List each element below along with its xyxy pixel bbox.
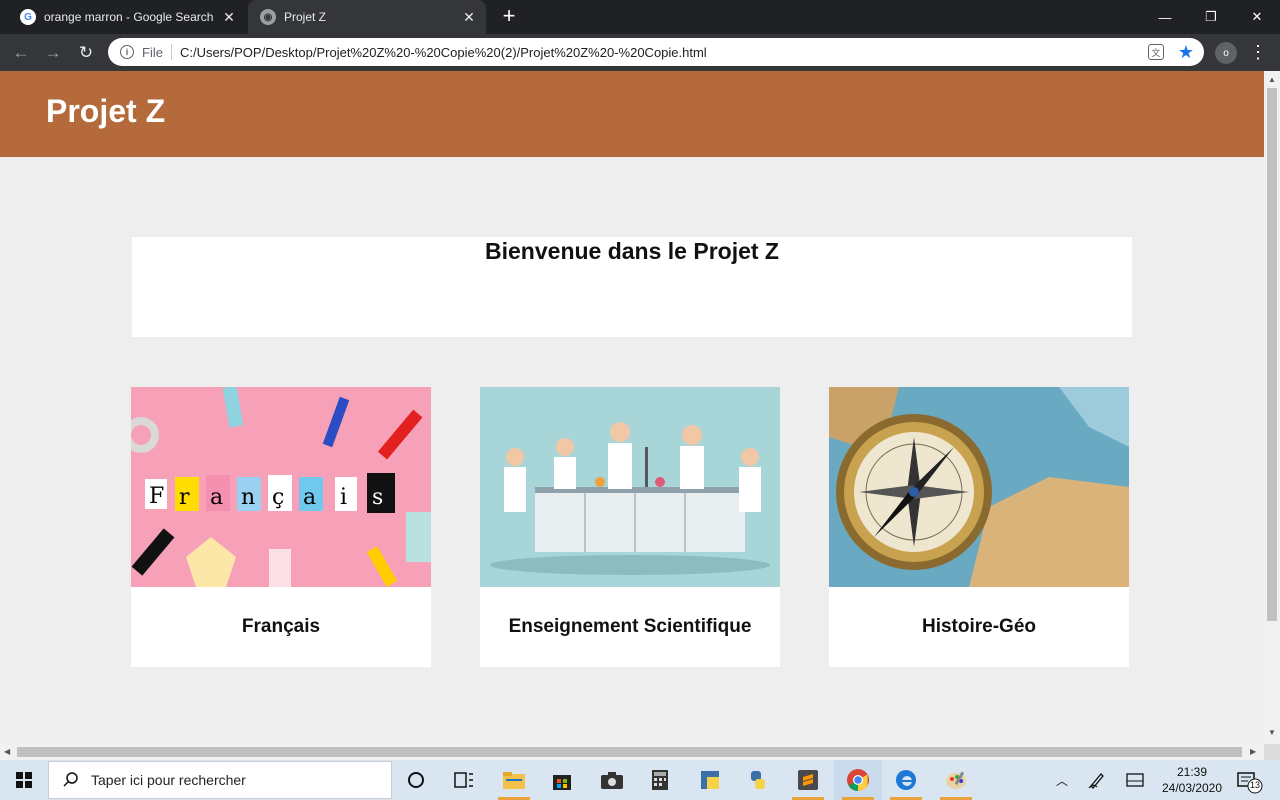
url-scheme: File — [142, 44, 163, 60]
keyboard-icon[interactable] — [1122, 760, 1148, 800]
task-view-icon[interactable] — [440, 760, 488, 800]
site-header: Projet Z — [0, 71, 1264, 157]
compass-map-image — [829, 387, 1129, 587]
url-text[interactable]: C:/Users/POP/Desktop/Projet%20Z%20-%20Co… — [180, 45, 1148, 60]
svg-text:n: n — [241, 485, 255, 510]
globe-icon: ◉ — [260, 9, 276, 25]
edge-icon[interactable] — [882, 760, 930, 800]
svg-text:a: a — [303, 485, 316, 510]
welcome-box: Bienvenue dans le Projet Z — [132, 237, 1132, 337]
vertical-scroll-thumb[interactable] — [1267, 88, 1277, 621]
paint-icon[interactable] — [932, 760, 980, 800]
tab-strip: G orange marron - Google Search ✕ ◉ Proj… — [0, 0, 1280, 34]
horizontal-scroll-thumb[interactable] — [17, 747, 1242, 757]
tab-title: Projet Z — [284, 10, 327, 24]
file-explorer-icon[interactable] — [490, 760, 538, 800]
notification-center-icon[interactable]: 13 — [1234, 768, 1264, 794]
clock-time: 21:39 — [1176, 765, 1208, 779]
tab-title: orange marron - Google Search — [44, 10, 214, 24]
calculator-icon[interactable] — [636, 760, 684, 800]
card-label: Histoire-Géo — [921, 616, 1037, 637]
scroll-left-icon[interactable]: ◀ — [4, 747, 10, 756]
card-enseignement-scientifique[interactable]: Enseignement Scientifique — [480, 387, 780, 667]
python-ide-icon[interactable] — [686, 760, 734, 800]
search-icon — [63, 772, 79, 788]
info-icon[interactable]: i — [120, 45, 134, 59]
scientists-lab-image — [480, 387, 780, 587]
search-placeholder: Taper ici pour rechercher — [91, 772, 246, 788]
card-francais[interactable]: F r a n ç a i s Français — [131, 387, 431, 667]
camera-icon[interactable] — [588, 760, 636, 800]
window-close-icon[interactable]: ✕ — [1234, 0, 1280, 34]
profile-avatar[interactable]: o — [1215, 42, 1237, 64]
system-clock[interactable]: 21:39 24/03/2020 — [1156, 764, 1228, 796]
new-tab-icon[interactable]: + — [498, 5, 520, 28]
bookmark-star-icon[interactable]: ★ — [1178, 42, 1194, 63]
scroll-right-icon[interactable]: ▶ — [1250, 747, 1256, 756]
svg-text:s: s — [372, 485, 383, 510]
svg-text:i: i — [340, 485, 347, 510]
taskbar: Taper ici pour rechercher ︿ 21:39 24/03/… — [0, 760, 1280, 800]
welcome-heading: Bienvenue dans le Projet Z — [485, 238, 779, 264]
sublime-text-icon[interactable] — [784, 760, 832, 800]
reload-icon[interactable]: ↻ — [73, 40, 99, 66]
chrome-icon[interactable] — [834, 760, 882, 800]
pen-icon[interactable] — [1084, 760, 1110, 800]
browser-toolbar: ← → ↻ i File C:/Users/POP/Desktop/Projet… — [0, 34, 1280, 71]
horizontal-scrollbar[interactable]: ◀ ▶ — [0, 744, 1264, 760]
svg-text:a: a — [210, 485, 223, 510]
python-icon[interactable] — [734, 760, 782, 800]
more-menu-icon[interactable]: ⋮ — [1248, 40, 1268, 66]
tab-google-search[interactable]: G orange marron - Google Search ✕ — [8, 0, 246, 34]
address-bar[interactable]: i File C:/Users/POP/Desktop/Projet%20Z%2… — [108, 38, 1204, 66]
clock-date: 24/03/2020 — [1161, 781, 1223, 795]
svg-text:F: F — [149, 484, 164, 509]
chevron-up-icon[interactable]: ︿ — [1050, 760, 1074, 800]
card-label: Enseignement Scientifique — [508, 616, 752, 637]
translate-icon[interactable]: 文 — [1147, 44, 1164, 60]
minimize-icon[interactable]: — — [1142, 0, 1188, 34]
vertical-scrollbar[interactable]: ▲ ▼ — [1264, 71, 1280, 744]
tab-close-icon[interactable]: ✕ — [460, 8, 478, 26]
windows-start-icon[interactable] — [0, 760, 48, 800]
scroll-up-icon[interactable]: ▲ — [1268, 75, 1276, 84]
svg-text:r: r — [179, 485, 190, 510]
page-viewport: Projet Z Bienvenue dans le Projet Z F r … — [0, 71, 1264, 744]
scroll-down-icon[interactable]: ▼ — [1268, 728, 1276, 737]
francais-letters-image: F r a n ç a i s — [131, 387, 431, 587]
svg-text:ç: ç — [272, 485, 284, 510]
tab-close-icon[interactable]: ✕ — [220, 8, 238, 26]
tab-projet-z[interactable]: ◉ Projet Z ✕ — [248, 0, 486, 34]
card-label: Français — [241, 616, 321, 637]
taskbar-search-input[interactable]: Taper ici pour rechercher — [48, 761, 392, 799]
forward-arrow-icon[interactable]: → — [40, 40, 66, 66]
site-title: Projet Z — [46, 93, 166, 129]
scroll-corner — [1264, 744, 1280, 760]
divider — [170, 44, 172, 60]
restore-icon[interactable]: ❐ — [1188, 0, 1234, 34]
google-icon: G — [20, 9, 36, 25]
notification-count: 13 — [1249, 780, 1260, 790]
card-histoire-geo[interactable]: Histoire-Géo — [829, 387, 1129, 667]
cortana-icon[interactable] — [392, 760, 440, 800]
store-icon[interactable] — [538, 760, 586, 800]
back-arrow-icon[interactable]: ← — [8, 40, 34, 66]
